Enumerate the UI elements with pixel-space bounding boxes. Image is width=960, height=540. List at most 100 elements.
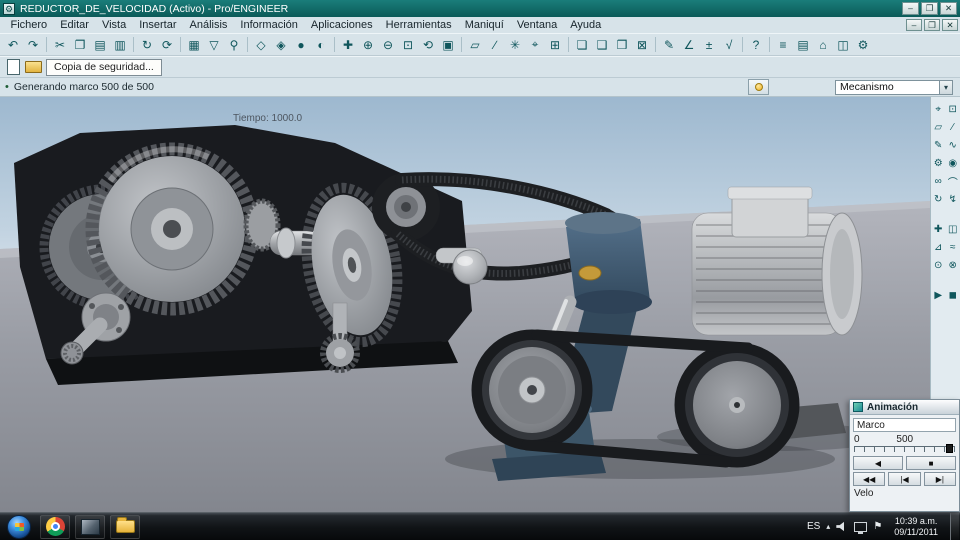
minimize-button[interactable]: – [906, 19, 922, 31]
slider-thumb[interactable] [946, 444, 953, 453]
layer-tree-icon[interactable]: ▤ [793, 35, 813, 54]
annotate-icon[interactable]: ✎ [659, 35, 679, 54]
hidden-line-icon[interactable]: ◈ [271, 35, 291, 54]
go-end-button[interactable]: ▶| [923, 472, 956, 486]
saved-views-icon[interactable]: ⌂ [813, 35, 833, 54]
slider-track[interactable] [854, 446, 955, 452]
dimension-icon[interactable]: ∠ [679, 35, 699, 54]
paste-special-icon[interactable]: ▥ [110, 35, 130, 54]
datum-point-toggle-icon[interactable]: ✳ [505, 35, 525, 54]
action-center-icon[interactable]: ⚑ [873, 521, 882, 532]
start-button[interactable] [7, 514, 31, 539]
viewport-canvas[interactable] [0, 97, 930, 512]
menu-vista[interactable]: Vista [95, 19, 132, 31]
copy-icon[interactable]: ❐ [70, 35, 90, 54]
reorient-icon[interactable]: ⟲ [418, 35, 438, 54]
datum-plane-toggle-icon[interactable]: ▱ [465, 35, 485, 54]
context-help-icon[interactable]: ? [746, 35, 766, 54]
menu-aplicaciones[interactable]: Aplicaciones [304, 19, 379, 31]
chevron-down-icon[interactable]: ▾ [939, 80, 952, 94]
settings-icon[interactable]: ⚙ [853, 35, 873, 54]
language-indicator[interactable]: ES [807, 521, 820, 532]
cut-icon[interactable]: ✂ [50, 35, 70, 54]
window-cascade-icon[interactable]: ❒ [612, 35, 632, 54]
mech-plane-icon[interactable]: ▱ [931, 120, 945, 135]
play-reverse-button[interactable]: ◀ [853, 456, 903, 470]
mech-sketch-icon[interactable]: ✎ [931, 138, 945, 153]
menu-ventana[interactable]: Ventana [510, 19, 563, 31]
mech-measure-icon[interactable]: ⊿ [931, 240, 945, 255]
undo-icon[interactable]: ↶ [3, 35, 23, 54]
refit-icon[interactable]: ⊡ [398, 35, 418, 54]
mech-spring-icon[interactable]: ∿ [946, 138, 960, 153]
drive-pulley[interactable] [482, 340, 582, 440]
menu-ayuda[interactable]: Ayuda [564, 19, 608, 31]
mech-interference-icon[interactable]: ⊗ [946, 258, 960, 273]
belt-pulley-top[interactable] [386, 187, 426, 227]
menu-analisis[interactable]: Análisis [183, 19, 234, 31]
viewport[interactable]: Tiempo: 1000.0 [0, 97, 930, 512]
menu-maniqui[interactable]: Maniquí [458, 19, 510, 31]
filter-icon[interactable]: ▽ [204, 35, 224, 54]
menu-informacion[interactable]: Información [234, 19, 304, 31]
surface-finish-icon[interactable]: √ [719, 35, 739, 54]
motor-pulley[interactable] [685, 353, 789, 457]
repaint-icon[interactable]: ▣ [438, 35, 458, 54]
menu-insertar[interactable]: Insertar [133, 19, 183, 31]
mech-snapshot-icon[interactable]: ◫ [946, 222, 960, 237]
datum-axis-toggle-icon[interactable]: ∕ [485, 35, 505, 54]
open-file-icon[interactable] [23, 58, 43, 77]
mode-combobox[interactable]: Mecanismo ▾ [835, 79, 953, 95]
volume-icon[interactable] [836, 521, 844, 532]
frame-slider[interactable]: 0 500 [854, 434, 955, 454]
paste-icon[interactable]: ▤ [90, 35, 110, 54]
frame-field[interactable]: Marco [853, 418, 956, 432]
animation-dialog-titlebar[interactable]: Animación [850, 400, 959, 415]
menu-editar[interactable]: Editar [54, 19, 96, 31]
regen-manager-icon[interactable]: ⟳ [157, 35, 177, 54]
mech-servo-motor-icon[interactable]: ↻ [931, 192, 945, 207]
mech-gear-icon[interactable]: ⚙ [931, 156, 945, 171]
select-items-icon[interactable]: ▦ [184, 35, 204, 54]
find-icon[interactable]: ⚲ [224, 35, 244, 54]
taskbar-app-explorer[interactable] [110, 514, 140, 539]
restore-button[interactable]: ❐ [921, 2, 938, 15]
mech-force-icon[interactable]: ↯ [946, 192, 960, 207]
wireframe-icon[interactable]: ◇ [251, 35, 271, 54]
mech-mass-icon[interactable]: ⊙ [931, 258, 945, 273]
zoom-out-icon[interactable]: ⊖ [378, 35, 398, 54]
tolerance-icon[interactable]: ± [699, 35, 719, 54]
new-file-icon[interactable] [3, 58, 23, 77]
restore-button[interactable]: ❐ [924, 19, 940, 31]
zoom-in-icon[interactable]: ⊕ [358, 35, 378, 54]
new-window-icon[interactable]: ❏ [572, 35, 592, 54]
stop-button[interactable]: ■ [906, 456, 956, 470]
mech-capture-icon[interactable]: ◼ [946, 288, 960, 303]
mech-slot-icon[interactable]: ⌒ [946, 174, 960, 189]
view-manager-icon[interactable]: ◫ [833, 35, 853, 54]
enhanced-shaded-icon[interactable]: ◐ [311, 35, 331, 54]
large-bevel-gear[interactable] [85, 142, 259, 316]
window-tile-icon[interactable]: ❑ [592, 35, 612, 54]
message-log-button[interactable] [748, 79, 769, 95]
mech-playback-icon[interactable]: ▶ [931, 288, 945, 303]
close-button[interactable]: ✕ [940, 2, 957, 15]
network-icon[interactable] [854, 521, 868, 534]
mech-drag-icon[interactable]: ✚ [931, 222, 945, 237]
taskbar-app-chrome[interactable] [40, 514, 70, 539]
menu-herramientas[interactable]: Herramientas [379, 19, 458, 31]
mech-axis-icon[interactable]: ∕ [946, 120, 960, 135]
mech-trace-icon[interactable]: ≈ [946, 240, 960, 255]
go-start-button[interactable]: |◀ [888, 472, 921, 486]
menu-fichero[interactable]: Fichero [4, 19, 54, 31]
mech-belt-icon[interactable]: ∞ [931, 174, 945, 189]
mech-refit-icon[interactable]: ⊡ [946, 102, 960, 117]
minimize-button[interactable]: – [902, 2, 919, 15]
datum-csys-toggle-icon[interactable]: ⌖ [525, 35, 545, 54]
show-desktop-button[interactable] [950, 513, 959, 540]
taskbar-app-window[interactable] [75, 514, 105, 539]
redo-icon[interactable]: ↷ [23, 35, 43, 54]
regenerate-icon[interactable]: ↻ [137, 35, 157, 54]
shaded-icon[interactable]: ● [291, 35, 311, 54]
clock[interactable]: 10:39 a.m. 09/11/2011 [888, 516, 944, 537]
